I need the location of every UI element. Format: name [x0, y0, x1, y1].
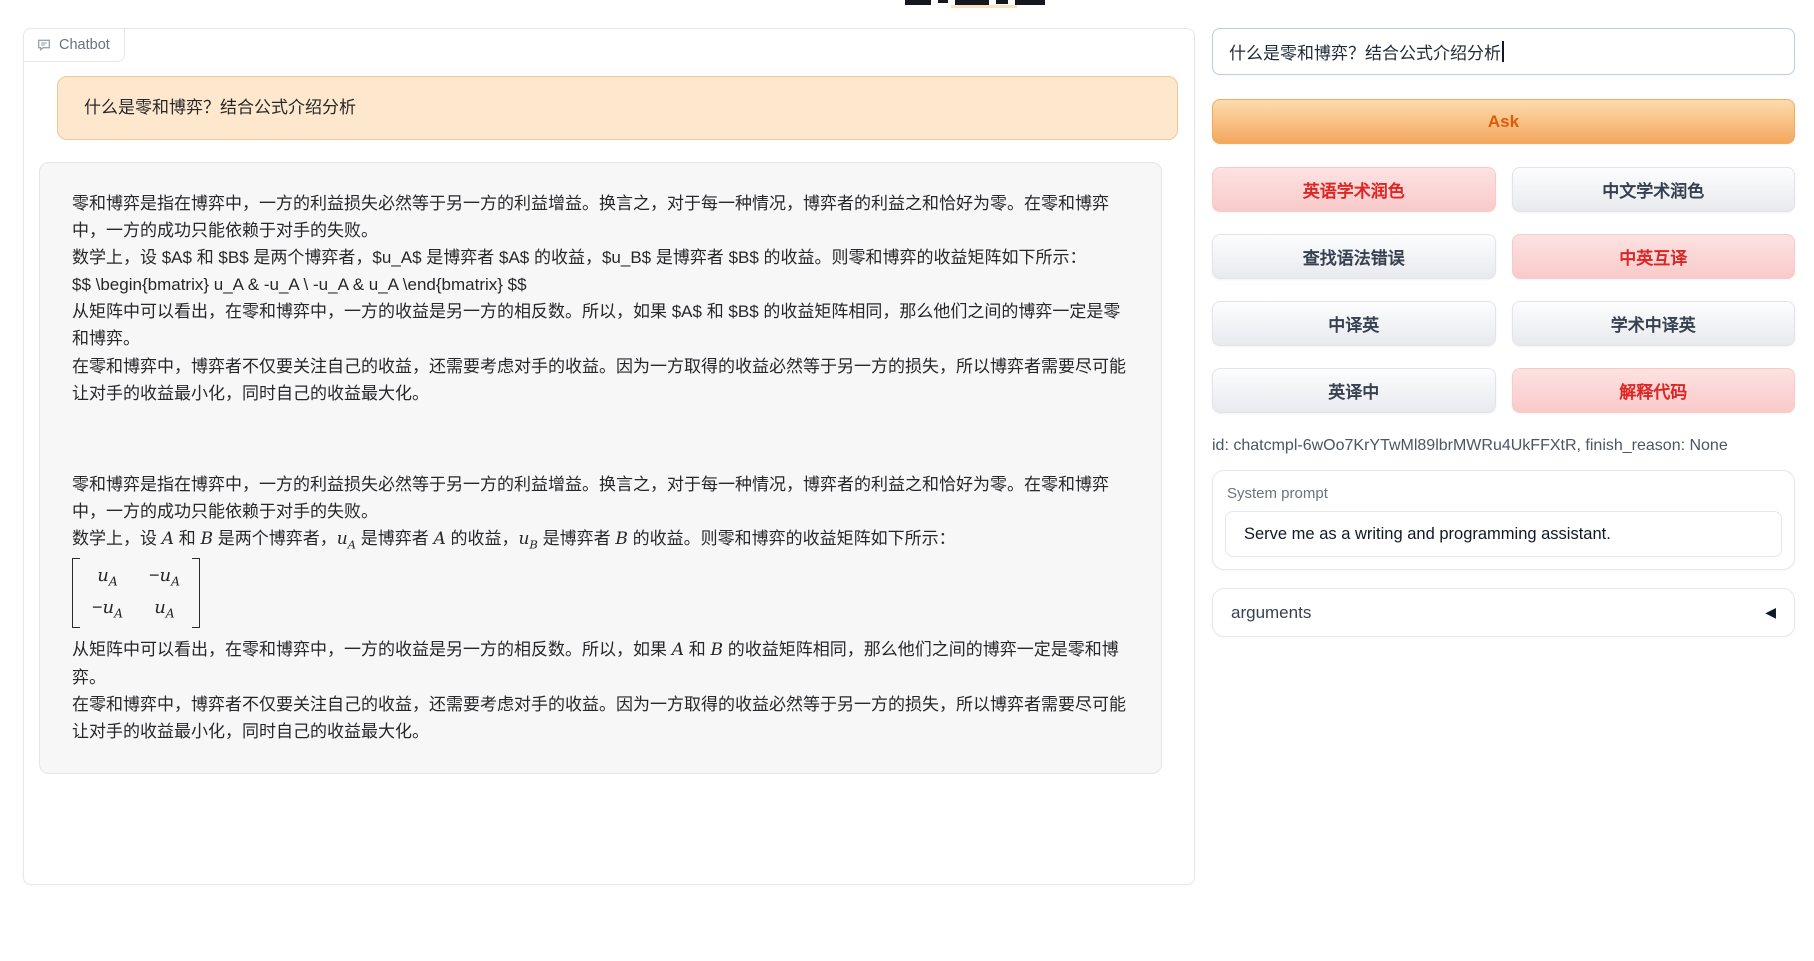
chat-messages[interactable]: 什么是零和博弈？结合公式介绍分析 零和博弈是指在博弈中，一方的利益损失必然等于另… [24, 63, 1194, 884]
chatbot-panel: Chatbot 什么是零和博弈？结合公式介绍分析 零和博弈是指在博弈中，一方的利… [23, 28, 1195, 885]
question-input-value: 什么是零和博弈？结合公式介绍分析 [1229, 39, 1501, 64]
question-input[interactable]: 什么是零和博弈？结合公式介绍分析 [1212, 28, 1795, 75]
arguments-accordion[interactable]: arguments ◀ [1212, 588, 1795, 637]
button-zh-to-en[interactable]: 中译英 [1212, 301, 1496, 346]
user-message-bubble: 什么是零和博弈？结合公式介绍分析 [57, 76, 1178, 140]
bot-raw-formula: $$ \begin{bmatrix} u_A & -u_A \ -u_A & u… [72, 271, 1129, 298]
button-academic-zh-to-en[interactable]: 学术中译英 [1512, 301, 1796, 346]
matrix-left-bracket [72, 558, 80, 627]
chat-bubble-icon [36, 37, 52, 53]
accordion-collapsed-arrow-icon: ◀ [1765, 604, 1776, 621]
ask-button[interactable]: Ask [1212, 99, 1795, 144]
accordion-label: arguments [1231, 603, 1311, 623]
bot-raw-paragraph-1: 零和博弈是指在博弈中，一方的利益损失必然等于另一方的利益增益。换言之，对于每一种… [72, 190, 1129, 244]
button-english-academic-polish[interactable]: 英语学术润色 [1212, 167, 1496, 212]
system-prompt-value: Serve me as a writing and programming as… [1244, 525, 1611, 544]
section-gap [72, 407, 1129, 471]
system-prompt-input[interactable]: Serve me as a writing and programming as… [1225, 511, 1782, 557]
ask-button-label: Ask [1488, 112, 1519, 132]
matrix-cells: uA−uA−uAuA [80, 558, 192, 627]
bot-rendered-paragraph-2: 数学上，设 A 和 B 是两个博弈者，uA 是博弈者 A 的收益，uB 是博弈者… [72, 525, 1129, 554]
bot-rendered-paragraph-5: 在零和博弈中，博弈者不仅要关注自己的收益，还需要考虑对手的收益。因为一方取得的收… [72, 691, 1129, 745]
system-prompt-label: System prompt [1225, 483, 1782, 511]
button-explain-code[interactable]: 解释代码 [1512, 368, 1796, 413]
bot-raw-paragraph-5: 在零和博弈中，博弈者不仅要关注自己的收益，还需要考虑对手的收益。因为一方取得的收… [72, 353, 1129, 407]
chatbot-label-text: Chatbot [59, 37, 110, 53]
bot-message-bubble: 零和博弈是指在博弈中，一方的利益损失必然等于另一方的利益增益。换言之，对于每一种… [39, 162, 1162, 774]
quick-action-grid: 英语学术润色 中文学术润色 查找语法错误 中英互译 中译英 学术中译英 英译中 … [1212, 167, 1795, 413]
matrix-right-bracket [192, 558, 200, 627]
button-zh-en-mutual-translate[interactable]: 中英互译 [1512, 234, 1796, 279]
payoff-matrix: uA−uA−uAuA [72, 558, 200, 627]
text-cursor [1502, 41, 1504, 62]
bot-rendered-paragraph-4: 从矩阵中可以看出，在零和博弈中，一方的收益是另一方的相反数。所以，如果 A 和 … [72, 636, 1129, 691]
user-message-text: 什么是零和博弈？结合公式介绍分析 [84, 98, 356, 117]
bot-rendered-paragraph-1: 零和博弈是指在博弈中，一方的利益损失必然等于另一方的利益增益。换言之，对于每一种… [72, 471, 1129, 525]
system-prompt-card: System prompt Serve me as a writing and … [1212, 470, 1795, 570]
clipped-page-title [905, 0, 1045, 7]
control-panel: 什么是零和博弈？结合公式介绍分析 Ask 英语学术润色 中文学术润色 查找语法错… [1212, 28, 1795, 637]
button-find-grammar-errors[interactable]: 查找语法错误 [1212, 234, 1496, 279]
chatbot-label: Chatbot [23, 28, 125, 62]
bot-raw-paragraph-2: 数学上，设 $A$ 和 $B$ 是两个博弈者，$u_A$ 是博弈者 $A$ 的收… [72, 244, 1129, 271]
button-en-to-zh[interactable]: 英译中 [1212, 368, 1496, 413]
bot-raw-paragraph-4: 从矩阵中可以看出，在零和博弈中，一方的收益是另一方的相反数。所以，如果 $A$ … [72, 298, 1129, 352]
button-chinese-academic-polish[interactable]: 中文学术润色 [1512, 167, 1796, 212]
completion-status-line: id: chatcmpl-6wOo7KrYTwMl89lbrMWRu4UkFFX… [1212, 437, 1795, 455]
